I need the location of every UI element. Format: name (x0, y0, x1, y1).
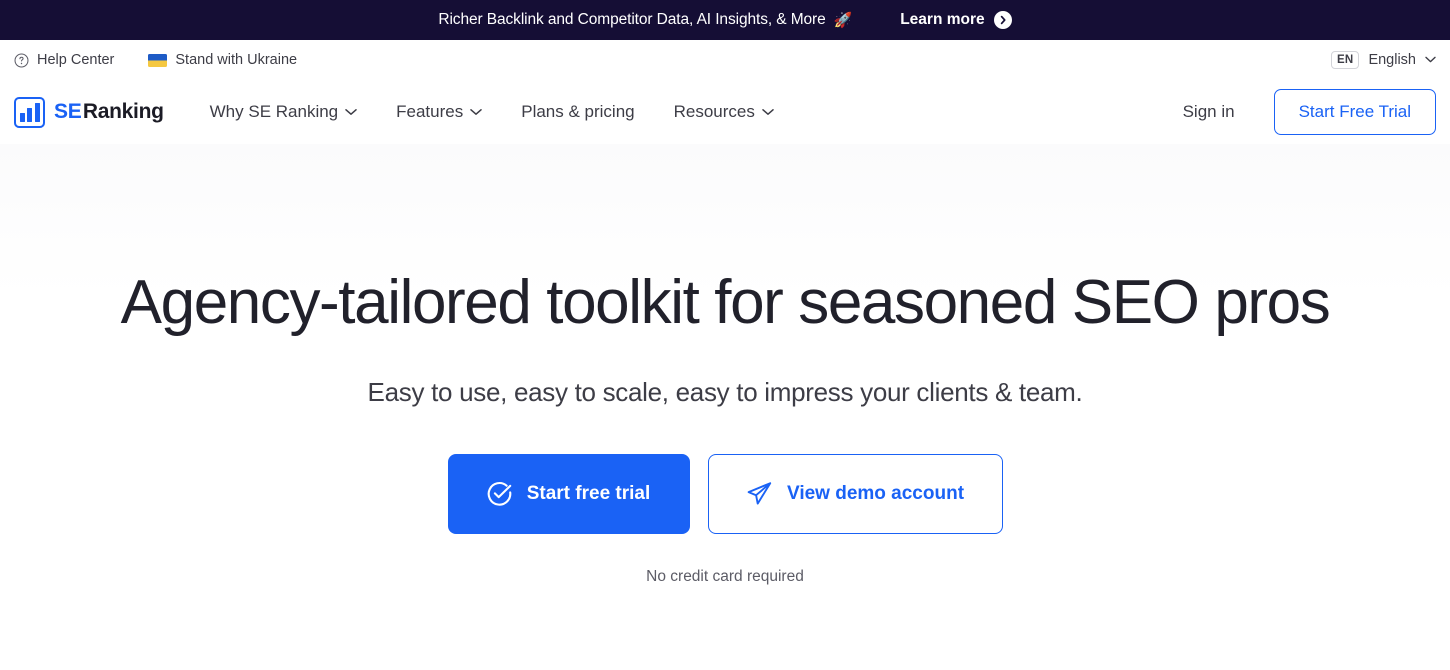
hero-subtitle: Easy to use, easy to scale, easy to impr… (367, 376, 1083, 407)
nav-item-plans-pricing[interactable]: Plans & pricing (521, 102, 634, 122)
start-free-trial-button[interactable]: Start Free Trial (1273, 89, 1436, 135)
promo-banner: Richer Backlink and Competitor Data, AI … (0, 0, 1450, 40)
stand-with-ukraine-label: Stand with Ukraine (175, 52, 298, 68)
brand-name-suffix: Ranking (82, 100, 164, 123)
view-demo-account-cta-label: View demo account (786, 482, 965, 504)
chevron-down-icon (345, 108, 357, 116)
nav-item-resources-label: Resources (673, 102, 755, 121)
utility-bar: Help Center Stand with Ukraine EN Englis… (0, 40, 1450, 80)
promo-learn-more-link[interactable]: Learn more (900, 11, 1012, 29)
utility-bar-right: EN English (1331, 50, 1436, 70)
start-free-trial-cta-label: Start free trial (526, 482, 651, 504)
help-center-link[interactable]: Help Center (14, 52, 114, 68)
brand-name-prefix: SE (54, 100, 82, 123)
ukraine-flag-icon (148, 53, 168, 67)
main-navigation: SE Ranking Why SE Ranking Features Plans… (0, 80, 1450, 144)
promo-learn-more-label: Learn more (900, 11, 985, 28)
language-switcher[interactable]: EN English (1331, 50, 1436, 70)
check-circle-icon (487, 481, 513, 507)
nav-item-features[interactable]: Features (396, 102, 482, 122)
primary-nav-links: Why SE Ranking Features Plans & pricing … (210, 102, 774, 122)
brand-wordmark: SE Ranking (54, 100, 164, 124)
help-center-label: Help Center (37, 52, 115, 68)
language-label: English (1368, 51, 1416, 68)
promo-banner-message: Richer Backlink and Competitor Data, AI … (438, 11, 826, 28)
paper-plane-icon (746, 480, 773, 507)
stand-with-ukraine-link[interactable]: Stand with Ukraine (148, 52, 297, 68)
chevron-down-icon (470, 108, 482, 116)
question-circle-icon (14, 53, 29, 68)
nav-item-features-label: Features (396, 102, 464, 121)
nav-item-why-se-ranking-label: Why SE Ranking (209, 102, 339, 121)
chevron-down-icon (1425, 56, 1436, 63)
utility-bar-left: Help Center Stand with Ukraine (14, 52, 297, 68)
chevron-down-icon (762, 108, 774, 116)
rocket-icon: 🚀 (833, 11, 853, 29)
hero-note: No credit card required (646, 567, 804, 585)
language-code-badge: EN (1331, 50, 1360, 70)
hero-section: Agency-tailored toolkit for seasoned SEO… (0, 144, 1450, 654)
nav-item-resources[interactable]: Resources (674, 102, 774, 122)
se-ranking-logo[interactable]: SE Ranking (14, 96, 164, 128)
sign-in-link[interactable]: Sign in (1183, 102, 1235, 122)
bar-chart-logo-icon (14, 96, 45, 128)
hero-cta-group: Start free trial View demo account (0, 453, 1450, 534)
chevron-right-circle-icon (993, 11, 1012, 29)
view-demo-account-cta[interactable]: View demo account (707, 453, 1003, 534)
nav-item-plans-pricing-label: Plans & pricing (521, 102, 635, 121)
hero-title: Agency-tailored toolkit for seasoned SEO… (120, 268, 1331, 337)
promo-banner-text: Richer Backlink and Competitor Data, AI … (438, 11, 852, 29)
nav-actions: Sign in Start Free Trial (1183, 89, 1436, 135)
nav-item-why-se-ranking[interactable]: Why SE Ranking (210, 102, 358, 122)
start-free-trial-cta[interactable]: Start free trial (447, 453, 690, 534)
